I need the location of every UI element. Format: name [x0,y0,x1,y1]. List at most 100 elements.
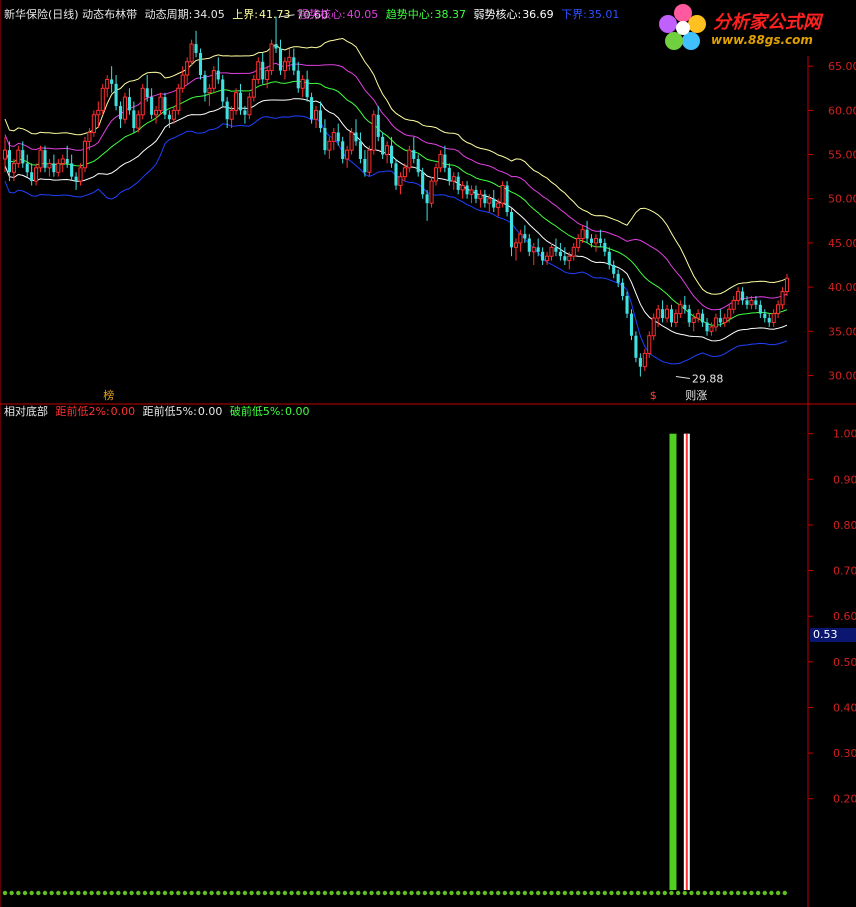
main-chart-header: 新华保险(日线) 动态布林带 动态周期:34.05 上界:41.73 强势核心:… [4,8,623,22]
indicator-tick-label: 0.60 [833,610,856,623]
candle-body [598,238,602,243]
baseline-dot [29,890,34,896]
candle-body [621,282,625,296]
baseline-dot [529,890,534,896]
baseline-dot [329,890,334,896]
candle-body [336,132,340,142]
indicator-bar-red [685,433,688,890]
candle-body [629,313,634,336]
baseline-dot [322,890,328,896]
candle-body [398,176,403,186]
candle-body [34,167,39,182]
baseline-dot [709,890,714,896]
candle-body [780,291,785,306]
candle-body [585,229,589,239]
baseline-dot [229,890,234,896]
candle-body [82,140,88,169]
candle-body [221,79,225,102]
candle-body [110,79,114,84]
candle-body [251,78,256,98]
trend-label: 趋势中心: [385,8,434,21]
candle-body [16,149,21,164]
candle-body [749,299,754,306]
candle-body [136,114,141,129]
candle-body [718,318,722,323]
baseline-dot [515,890,521,896]
baseline-dot [429,890,434,896]
candle-body [60,158,65,164]
candle-body [425,194,429,204]
candle-body [683,304,687,310]
baseline-dot [495,890,501,896]
baseline-dot [649,890,654,896]
baseline-dot [562,890,568,896]
candle-body [536,247,540,252]
baseline-dot [715,890,721,896]
baseline-dot [622,890,628,896]
baseline-dot [336,890,341,896]
baseline-dot [56,890,61,896]
candle-body [754,300,758,305]
baseline-dot [482,890,488,896]
candle-body [52,163,56,173]
baseline-dot [202,890,208,896]
price-tick-label: 35.00 [828,325,856,338]
candle-body [238,92,243,111]
candle-body [358,141,363,159]
baseline-dot [76,890,81,896]
baseline-dot [509,890,514,896]
baseline-dot [149,890,154,896]
baseline-dot [102,890,108,896]
candle-body [305,79,309,98]
candle-body [647,335,652,354]
baseline-dot [416,890,421,896]
upper-label: 上界: [232,8,259,21]
lower-value: 35.01 [587,8,620,21]
candle-body [661,309,665,319]
baseline-dot [522,890,528,896]
candle-body [2,149,8,160]
candle-body [229,109,234,120]
candle-body [465,185,469,195]
trend-value: 38.37 [434,8,466,21]
candle-body [154,109,159,116]
candle-body [763,313,767,319]
candle-body [541,251,545,261]
candle-body [300,78,305,89]
baseline-dot [755,890,761,896]
candle-body [114,83,118,106]
baseline-dot [129,890,134,896]
chart-annotations: 70.6029.88榜 $ 则涨 [103,9,723,402]
low-pointer [675,376,690,380]
candle-body [527,238,531,252]
candle-body [207,87,212,94]
baseline-dot [549,890,554,896]
indicator-baseline-dots [2,890,787,896]
baseline-dot [762,890,767,896]
candle-body [371,114,376,151]
trend-center-line [4,80,788,326]
baseline-dot [236,890,241,896]
baseline-dot [182,890,188,896]
candle-body [669,309,674,323]
baseline-dot [349,890,354,896]
baseline-dot [456,890,461,896]
period-value: 34.05 [193,8,225,21]
indicator-title: 相对底部 [4,405,48,418]
baseline-dot [189,890,194,896]
indicator-tick-label: 0.90 [833,473,856,486]
baseline-dot [469,890,474,896]
candle-body [7,150,11,173]
candle-body [278,48,283,71]
candle-body [416,158,420,173]
candle-body [194,44,198,53]
baseline-dot [749,890,754,896]
baseline-dot [782,890,787,896]
candle-body [492,198,496,208]
baseline-dot [602,890,608,896]
candle-body [687,309,691,323]
indicator-axis: 0.20 0.30 0.40 0.50 0.60 0.70 0.80 0.90 1.00 [808,428,856,806]
candle-body [580,229,585,240]
indicator-tick-label: 0.70 [833,565,856,578]
baseline-dot [356,890,361,896]
